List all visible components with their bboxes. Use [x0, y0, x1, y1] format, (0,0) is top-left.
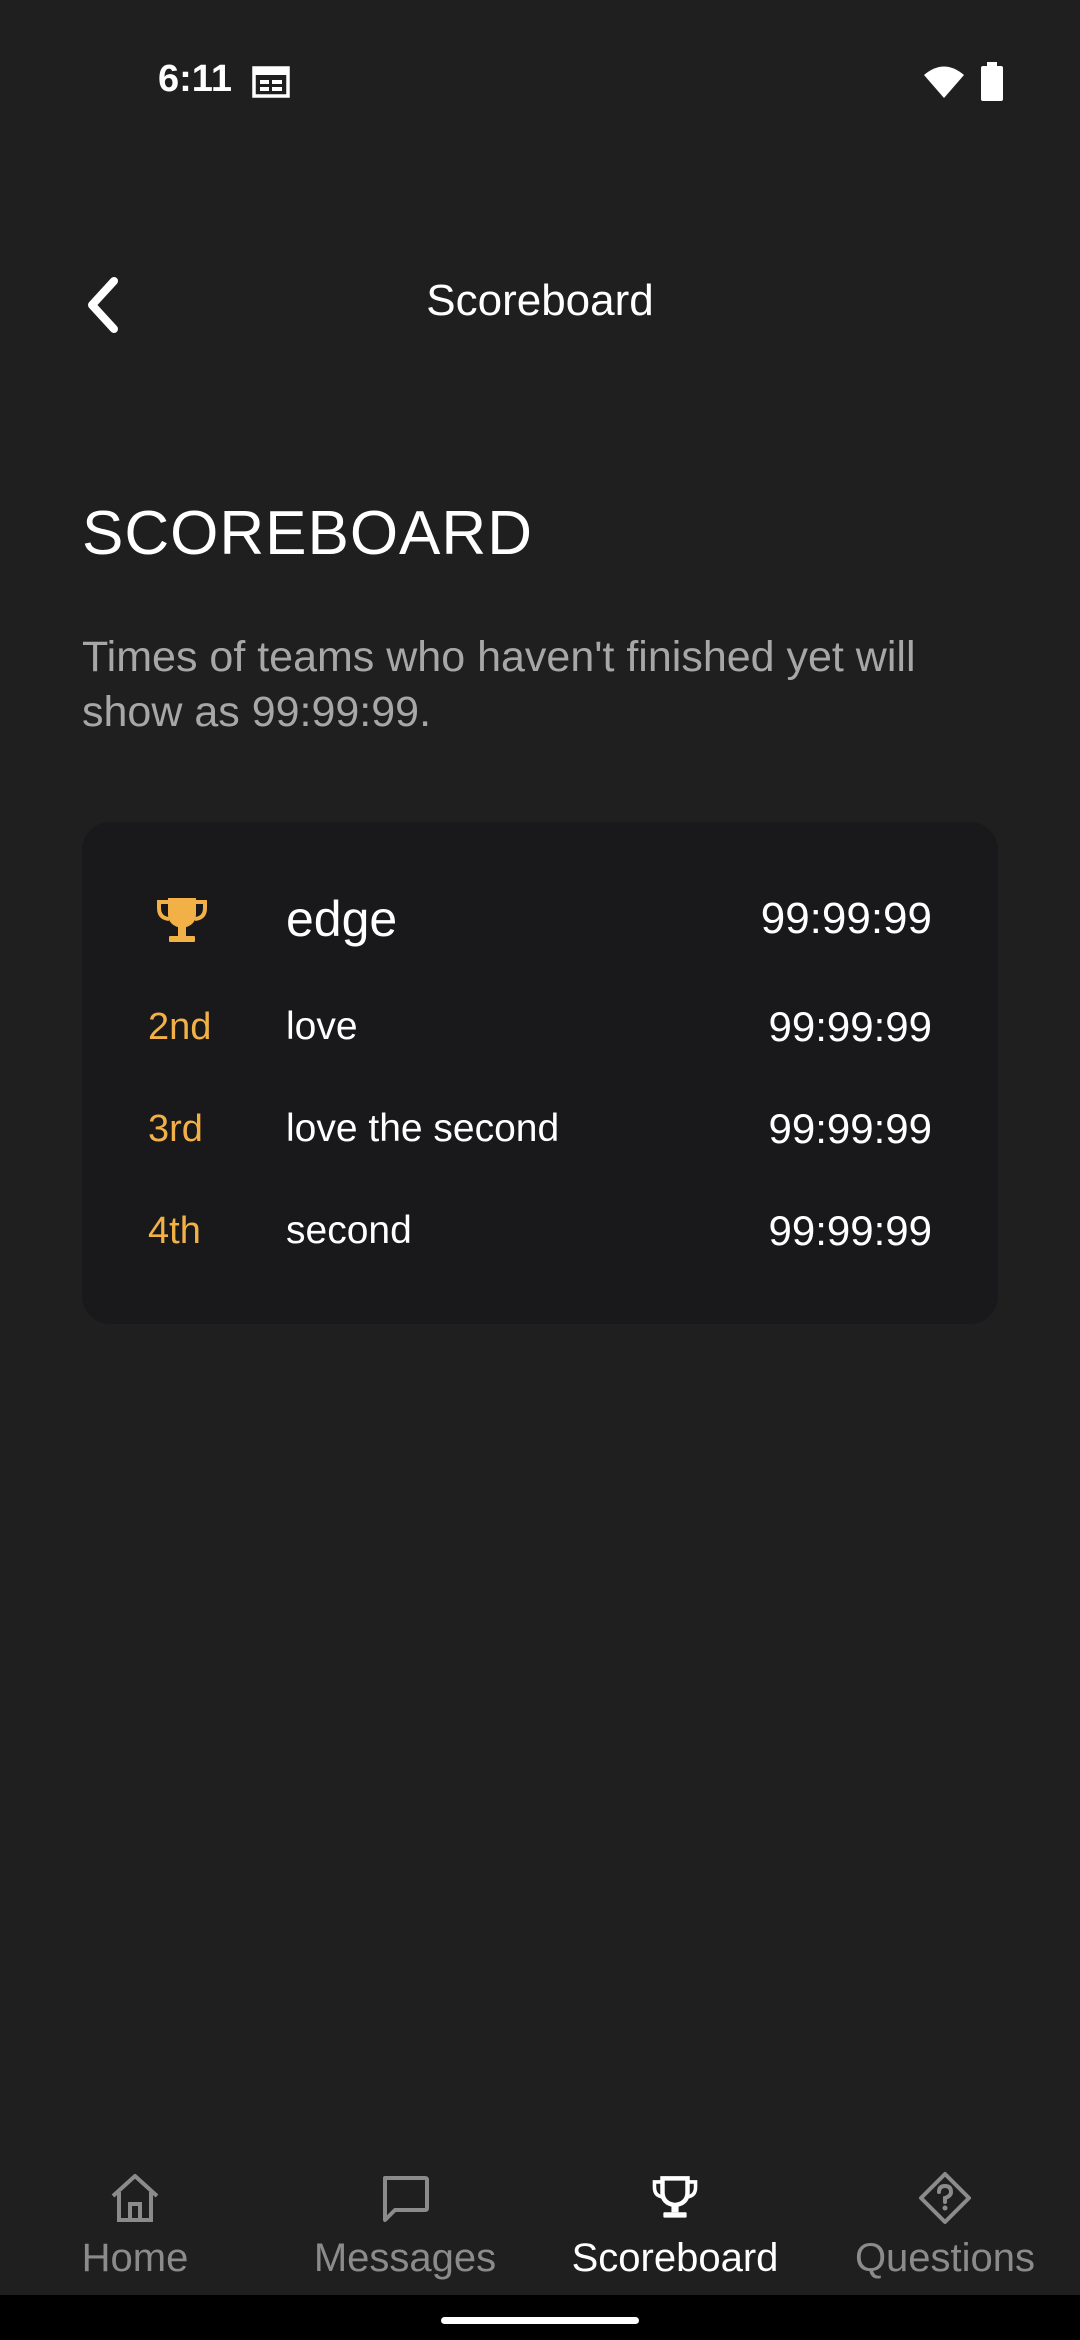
- team-time: 99:99:99: [768, 1003, 933, 1050]
- team-time: 99:99:99: [768, 1105, 933, 1152]
- team-time: 99:99:99: [760, 894, 932, 943]
- app-bar-title: Scoreboard: [426, 276, 654, 325]
- scoreboard-row-3: 3rd love the second 99:99:99: [82, 1084, 998, 1174]
- nav-questions[interactable]: Questions: [810, 2150, 1080, 2295]
- scoreboard-row-2: 2nd love 99:99:99: [82, 982, 998, 1072]
- battery-icon: [981, 62, 1003, 101]
- trophy-icon: [645, 2168, 705, 2228]
- message-icon: [375, 2168, 435, 2228]
- nav-home[interactable]: Home: [0, 2150, 270, 2295]
- nav-messages[interactable]: Messages: [270, 2150, 540, 2295]
- page-title: SCOREBOARD: [82, 499, 533, 568]
- trophy-icon: [154, 892, 210, 948]
- team-time: 99:99:99: [768, 1207, 933, 1254]
- status-bar: 6:11: [0, 0, 1080, 165]
- nav-scoreboard-label: Scoreboard: [571, 2236, 779, 2280]
- wifi-icon: [924, 66, 964, 98]
- bottom-nav: Home Messages Scoreboard Questions: [0, 2150, 1080, 2295]
- nav-questions-label: Questions: [854, 2236, 1036, 2280]
- rank-label: 2nd: [148, 1005, 212, 1048]
- nav-messages-label: Messages: [313, 2236, 497, 2280]
- home-gesture-handle[interactable]: [441, 2317, 639, 2324]
- team-name: edge: [286, 891, 398, 947]
- app-bar: Scoreboard: [0, 230, 1080, 380]
- team-name: second: [286, 1209, 412, 1252]
- team-name: love the second: [286, 1107, 560, 1150]
- home-icon: [105, 2168, 165, 2228]
- nav-home-label: Home: [81, 2236, 189, 2280]
- rank-label: 4th: [148, 1209, 201, 1252]
- page-subtitle: Times of teams who haven't finished yet …: [82, 633, 916, 736]
- status-time: 6:11: [158, 58, 232, 100]
- question-diamond-icon: [915, 2168, 975, 2228]
- rank-label: 3rd: [148, 1107, 203, 1150]
- calendar-icon: [252, 66, 290, 98]
- scoreboard-row-4: 4th second 99:99:99: [82, 1186, 998, 1276]
- nav-scoreboard[interactable]: Scoreboard: [540, 2150, 810, 2295]
- team-name: love: [286, 1005, 358, 1048]
- scoreboard-row-1: edge 99:99:99: [82, 874, 998, 964]
- scoreboard-card: edge 99:99:99 2nd love 99:99:99 3rd love…: [82, 822, 998, 1324]
- gesture-area: [0, 2295, 1080, 2340]
